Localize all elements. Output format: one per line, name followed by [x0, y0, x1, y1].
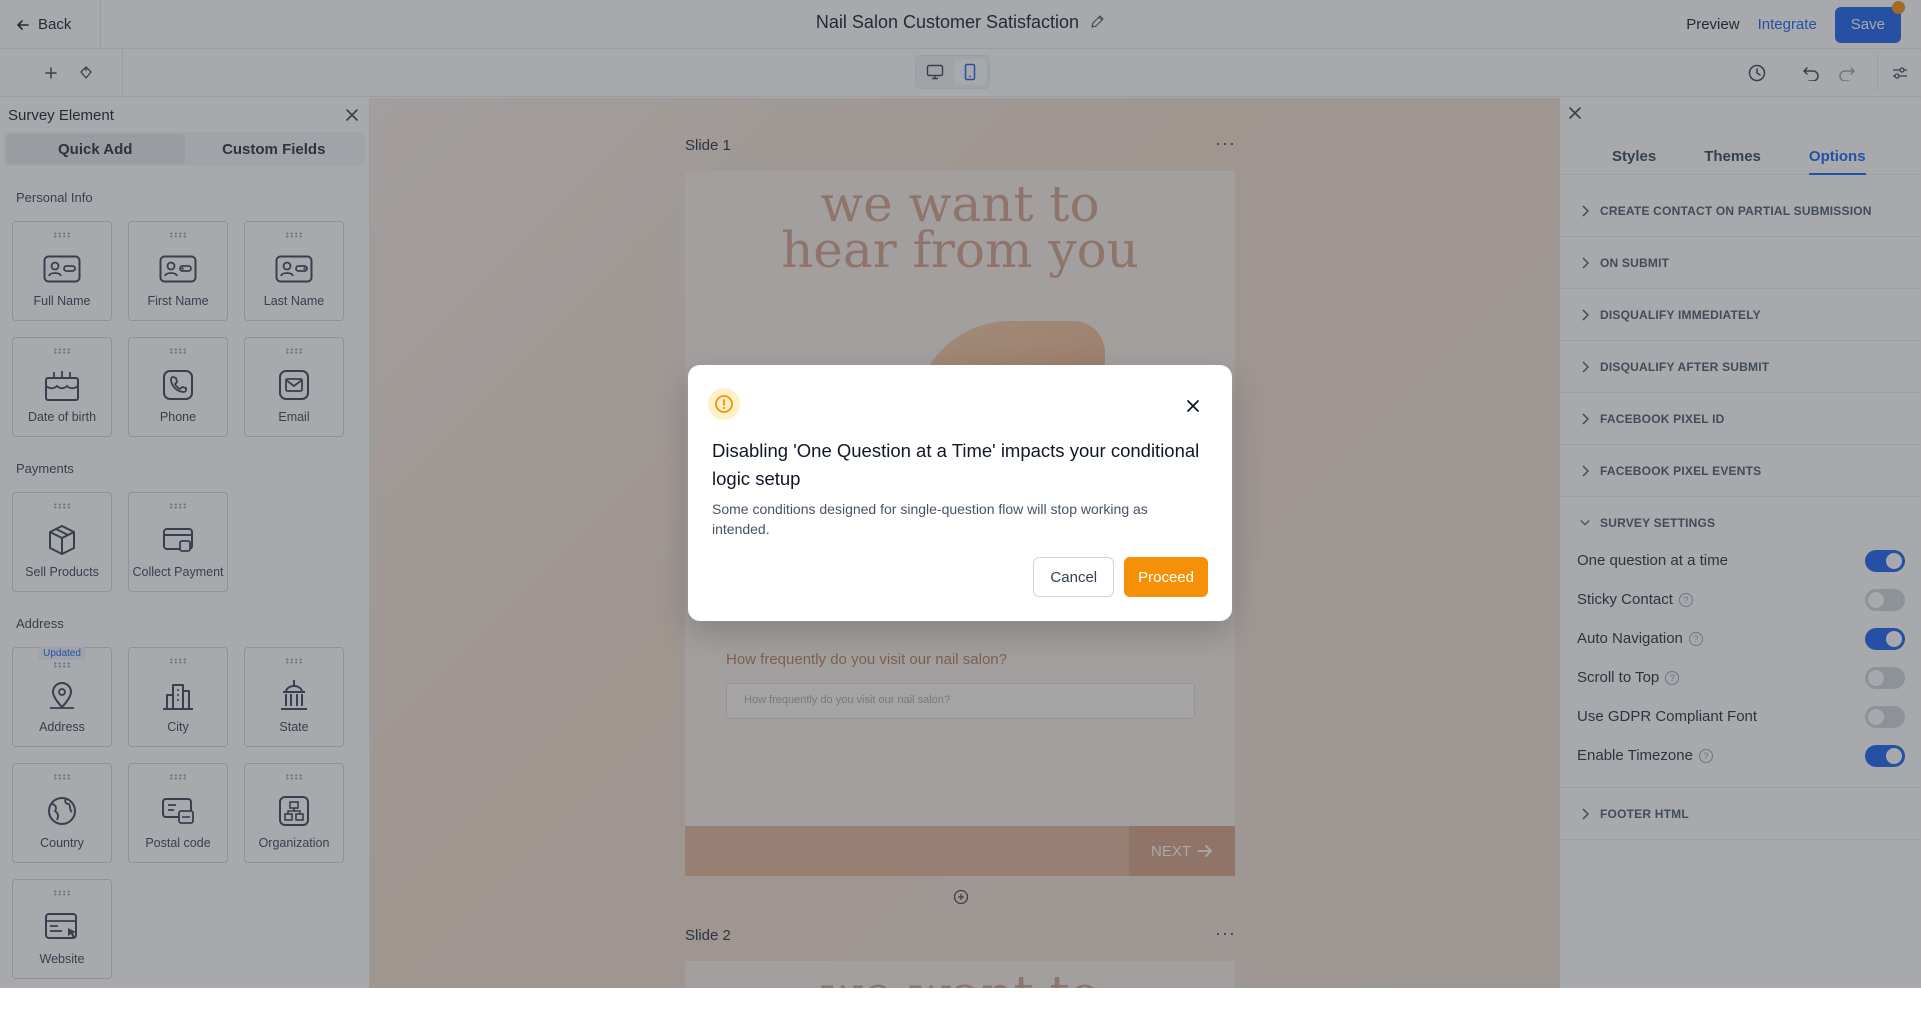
cancel-button[interactable]: Cancel [1033, 557, 1115, 597]
dialog-actions: Cancel Proceed [1033, 557, 1208, 597]
close-icon[interactable] [1186, 399, 1200, 413]
confirm-dialog: Disabling 'One Question at a Time' impac… [688, 365, 1232, 621]
bottom-strip [0, 988, 1921, 1026]
proceed-button[interactable]: Proceed [1124, 557, 1208, 597]
dialog-title: Disabling 'One Question at a Time' impac… [712, 440, 1200, 489]
warning-icon [708, 388, 740, 420]
dialog-message: Some conditions designed for single-ques… [712, 501, 1148, 537]
